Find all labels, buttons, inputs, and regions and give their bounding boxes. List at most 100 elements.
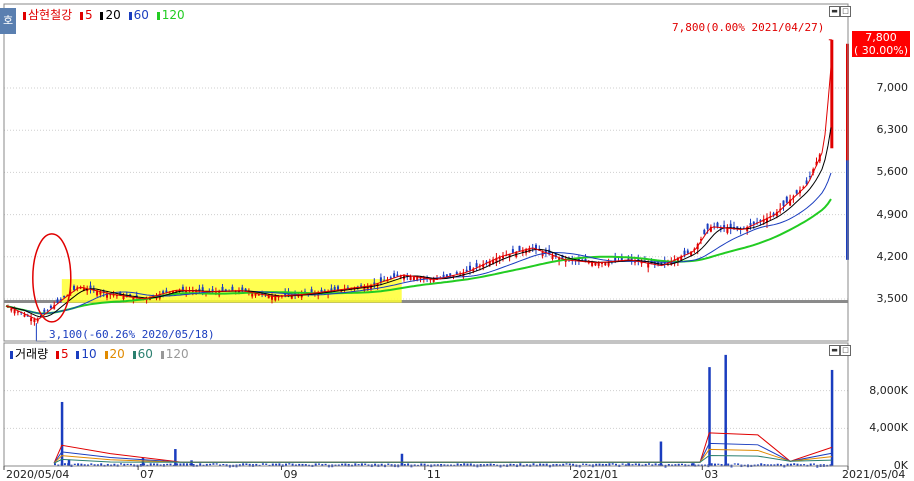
volume-bar	[667, 463, 670, 466]
volume-bar	[275, 463, 278, 466]
legend-stock-name[interactable]: 삼현철강	[28, 8, 72, 22]
legend-vma60[interactable]: 60	[138, 347, 153, 361]
volume-bar	[179, 463, 182, 466]
candle-body	[647, 263, 650, 268]
price-y-tick: 4,200	[876, 249, 909, 263]
legend-swatch-vma5	[55, 350, 59, 359]
candle-body	[56, 299, 59, 303]
candle-body	[30, 317, 33, 322]
max-price-annotation: 7,800(0.00% 2021/04/27)	[672, 21, 825, 34]
x-tick-label: 07	[140, 468, 155, 481]
volume-bar	[113, 463, 116, 466]
volume-bar	[631, 464, 634, 466]
volume-bar	[509, 463, 512, 466]
candle-body	[73, 285, 75, 290]
price-y-tick: 3,500	[876, 292, 909, 305]
volume-bar	[644, 463, 647, 466]
volume-bar	[532, 463, 535, 466]
volume-bar	[166, 463, 169, 466]
candle-body	[614, 257, 617, 262]
volume-bar	[624, 464, 627, 466]
legend-swatch-vma20	[104, 350, 108, 359]
candle-body	[726, 228, 729, 233]
candle-body	[706, 223, 709, 230]
candle-body	[33, 319, 36, 323]
candle-body	[432, 279, 435, 282]
legend-swatch-vma60	[132, 350, 136, 359]
candle-body	[795, 190, 798, 194]
volume-panel-minimize-button[interactable]: ▬	[829, 345, 840, 356]
stock-chart[interactable]	[0, 0, 914, 481]
legend-vma120[interactable]: 120	[166, 347, 189, 361]
legend-swatch-volume	[10, 350, 13, 359]
candle-body	[686, 250, 689, 254]
volume-bar	[585, 463, 588, 466]
volume-bar-peak	[174, 449, 177, 466]
candle-body	[785, 196, 788, 203]
volume-bar	[387, 463, 390, 465]
volume-legend: 거래량 5 10 20 60 120	[6, 345, 189, 362]
side-tab[interactable]: 호	[0, 8, 16, 34]
price-panel-maximize-button[interactable]: □	[840, 6, 851, 17]
volume-panel-maximize-button[interactable]: □	[840, 345, 851, 356]
volume-bar-peak	[708, 367, 711, 466]
x-tick-label: 2020/05/04	[6, 468, 70, 481]
legend-swatch-vma10	[76, 350, 80, 359]
volume-bar	[126, 463, 129, 466]
volume-bar	[717, 463, 720, 465]
candle-body	[16, 311, 19, 313]
volume-ma-line	[53, 454, 832, 464]
volume-bar	[796, 463, 799, 466]
candle-body	[703, 229, 706, 235]
volume-bar	[420, 463, 423, 466]
legend-ma20[interactable]: 20	[105, 8, 120, 22]
candle-body	[412, 276, 415, 281]
candle-body	[122, 296, 125, 300]
volume-bar	[215, 463, 218, 465]
legend-vma10[interactable]: 10	[81, 347, 96, 361]
candle-body-max	[830, 39, 834, 149]
candle-body	[393, 273, 396, 278]
price-panel	[4, 39, 849, 342]
price-y-tick: 7,000	[876, 81, 909, 94]
volume-bar	[357, 464, 360, 466]
volume-bar	[129, 463, 132, 466]
legend-vma20[interactable]: 20	[110, 347, 125, 361]
volume-bar	[727, 463, 730, 466]
legend-ma5[interactable]: 5	[85, 8, 93, 22]
volume-bar	[77, 463, 80, 466]
legend-ma120[interactable]: 120	[162, 8, 185, 22]
min-price-annotation: 3,100(-60.26% 2020/05/18)	[49, 328, 215, 341]
volume-bar	[156, 463, 159, 466]
candle-body	[165, 290, 168, 293]
volume-bar	[324, 463, 327, 466]
volume-bar	[789, 463, 792, 466]
legend-vma5[interactable]: 5	[61, 347, 69, 361]
candle-body	[49, 305, 52, 309]
volume-bar-peak	[830, 369, 834, 466]
volume-bar	[261, 463, 264, 465]
volume-bar	[737, 463, 740, 465]
volume-bar	[634, 463, 637, 466]
volume-bar	[169, 463, 172, 466]
volume-bar	[337, 464, 340, 466]
volume-bar	[760, 463, 763, 466]
price-panel-minimize-button[interactable]: ▬	[829, 6, 840, 17]
candle-body	[469, 265, 471, 271]
volume-bar	[512, 463, 515, 466]
candle-body	[594, 262, 597, 266]
volume-bar	[648, 463, 650, 465]
volume-bar	[288, 463, 291, 465]
min-marker	[35, 323, 47, 342]
legend-volume[interactable]: 거래량	[15, 347, 48, 361]
legend-ma60[interactable]: 60	[134, 8, 149, 22]
volume-bar	[565, 463, 568, 465]
volume-bar	[492, 464, 495, 466]
volume-bar	[519, 463, 522, 466]
volume-bar	[341, 463, 344, 466]
volume-bar	[436, 464, 439, 466]
volume-y-tick: 8,000K	[869, 383, 908, 397]
legend-swatch-stock	[23, 11, 26, 20]
price-y-tick: 5,600	[876, 165, 909, 179]
volume-bar	[463, 463, 466, 466]
